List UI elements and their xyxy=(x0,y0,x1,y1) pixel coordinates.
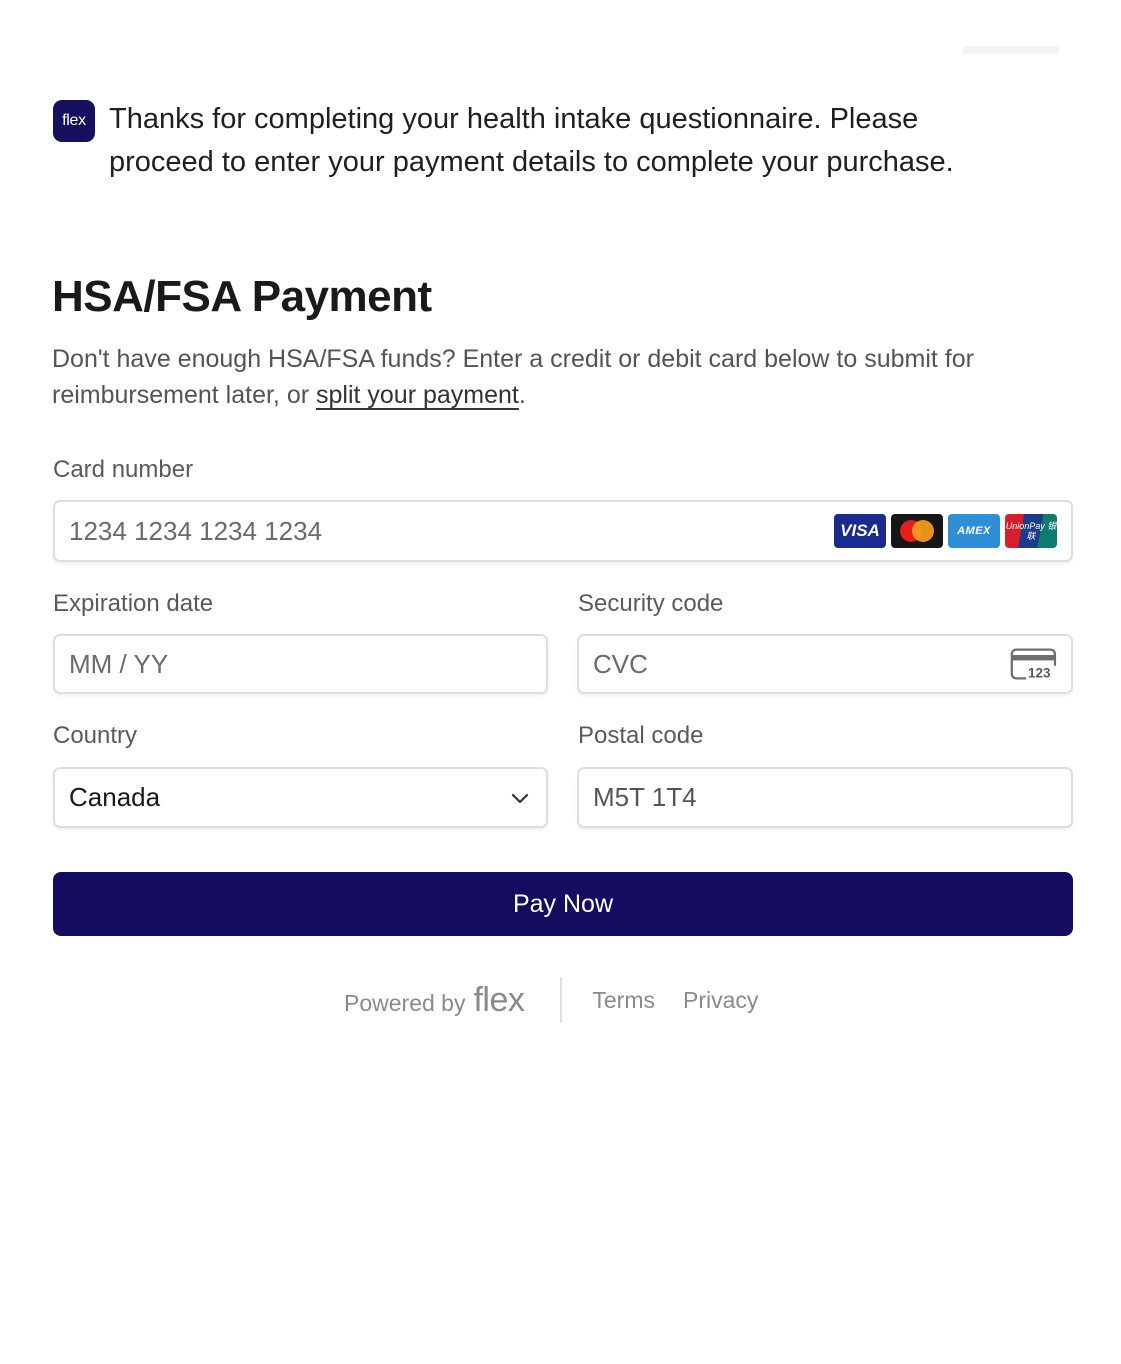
cvc-card-icon: 123 xyxy=(1010,648,1057,680)
country-select[interactable]: Canada xyxy=(53,767,548,828)
split-payment-link[interactable]: split your payment xyxy=(316,381,519,409)
powered-by-text: Powered by xyxy=(344,989,466,1016)
intro-message: flex Thanks for completing your health i… xyxy=(53,100,1053,184)
security-code-label: Security code xyxy=(578,590,724,617)
mastercard-icon xyxy=(891,514,943,548)
chevron-down-icon xyxy=(511,793,529,803)
postal-code-field[interactable]: M5T 1T4 xyxy=(577,767,1073,828)
card-number-label: Card number xyxy=(53,456,194,483)
card-brand-icons: VISA AMEX UnionPay 银联 xyxy=(834,514,1057,548)
postal-code-input[interactable]: M5T 1T4 xyxy=(593,782,1057,813)
footer: Powered by flex Terms Privacy xyxy=(344,976,786,1024)
security-code-input[interactable] xyxy=(593,648,1011,680)
expiration-input[interactable] xyxy=(69,648,532,680)
country-value: Canada xyxy=(69,782,161,812)
powered-by: Powered by flex xyxy=(344,980,525,1020)
privacy-link[interactable]: Privacy xyxy=(683,987,758,1014)
top-pill xyxy=(962,46,1060,54)
card-number-input[interactable] xyxy=(69,515,826,547)
security-code-field[interactable]: 123 xyxy=(577,634,1073,694)
flex-logo: flex xyxy=(53,100,95,142)
amex-icon: AMEX xyxy=(948,514,1000,548)
payment-description: Don't have enough HSA/FSA funds? Enter a… xyxy=(52,341,1062,413)
footer-divider xyxy=(560,977,563,1023)
country-label: Country xyxy=(53,722,138,749)
visa-icon: VISA xyxy=(834,514,886,548)
pay-now-button[interactable]: Pay Now xyxy=(53,872,1073,936)
card-number-field[interactable]: VISA AMEX UnionPay 银联 xyxy=(53,500,1073,562)
postal-code-label: Postal code xyxy=(578,722,704,749)
page-title: HSA/FSA Payment xyxy=(52,272,432,321)
expiration-field[interactable] xyxy=(53,634,548,694)
cvc-icon-text: 123 xyxy=(1028,665,1051,680)
expiration-label: Expiration date xyxy=(53,590,214,617)
flex-wordmark: flex xyxy=(473,980,525,1019)
terms-link[interactable]: Terms xyxy=(592,987,655,1014)
intro-text: Thanks for completing your health intake… xyxy=(109,103,954,178)
unionpay-icon: UnionPay 银联 xyxy=(1005,514,1057,548)
description-suffix: . xyxy=(518,381,526,409)
